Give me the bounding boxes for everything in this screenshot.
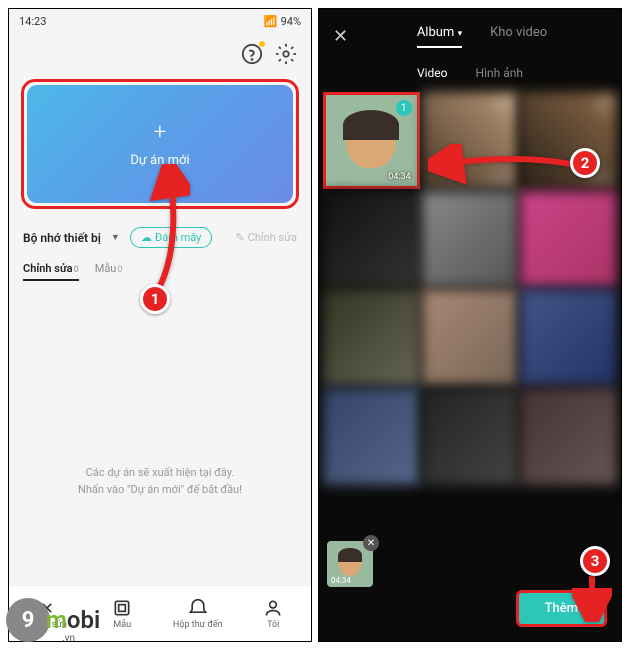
pencil-icon: ✎ [236,231,245,244]
media-thumb[interactable] [323,289,420,386]
media-thumb[interactable] [520,191,617,288]
arrow-1 [140,164,190,298]
plus-icon: + [154,120,166,145]
tab-album[interactable]: Album ▾ [417,25,462,48]
chevron-down-icon: ▾ [458,29,463,39]
empty-state: Các dự án sẽ xuất hiện tại đây. Nhấn vào… [9,465,311,498]
help-icon[interactable] [241,43,263,65]
status-icons: 📶94% [264,15,301,28]
media-thumb-selected[interactable]: 1 04:34 [323,92,420,189]
header-icons [9,33,311,71]
subtab-image[interactable]: Hình ảnh [476,66,524,80]
tab-stock-video[interactable]: Kho video [490,25,547,48]
media-thumb[interactable] [520,388,617,485]
duration-label: 04:34 [388,172,410,182]
media-thumb[interactable] [520,289,617,386]
step-badge-1: 1 [140,284,170,314]
media-thumb[interactable] [422,289,519,386]
media-thumb[interactable] [422,191,519,288]
status-time: 14:23 [19,15,46,28]
remove-icon[interactable]: ✕ [363,535,379,551]
picker-header: ✕ Album ▾ Kho video [319,9,621,58]
media-thumb[interactable] [323,191,420,288]
media-thumb[interactable] [422,388,519,485]
close-icon[interactable]: ✕ [333,26,357,47]
left-panel: 14:23 📶94% + Dự án mới Bộ nhớ thiết bị ▼… [8,8,312,642]
watermark: 9 mobi .vn [6,598,100,642]
media-thumb[interactable] [323,388,420,485]
arrow-2 [428,144,578,188]
status-bar: 14:23 📶94% [9,9,311,33]
media-type-tabs: Video Hình ảnh [319,58,621,92]
chevron-down-icon[interactable]: ▼ [111,232,120,243]
step-badge-2: 2 [570,148,600,178]
subtab-video[interactable]: Video [417,66,448,80]
subtab-edit[interactable]: Chỉnh sửa0 [23,262,79,281]
nav-inbox[interactable]: Hộp thư đến [160,586,236,641]
arrow-3 [572,572,612,626]
edit-button[interactable]: ✎ Chỉnh sửa [236,231,298,244]
right-panel: ✕ Album ▾ Kho video Video Hình ảnh 1 04:… [318,8,622,642]
selection-strip: ✕ 04:34 [327,541,373,587]
selection-ring [596,97,612,113]
storage-title[interactable]: Bộ nhớ thiết bị [23,231,101,245]
step-badge-3: 3 [580,546,610,576]
subtab-template[interactable]: Mẫu0 [95,262,123,281]
nav-profile[interactable]: Tôi [236,586,312,641]
settings-icon[interactable] [275,43,297,65]
selection-badge: 1 [396,100,412,116]
selection-ring [497,97,513,113]
selected-item[interactable]: ✕ 04:34 [327,541,373,587]
